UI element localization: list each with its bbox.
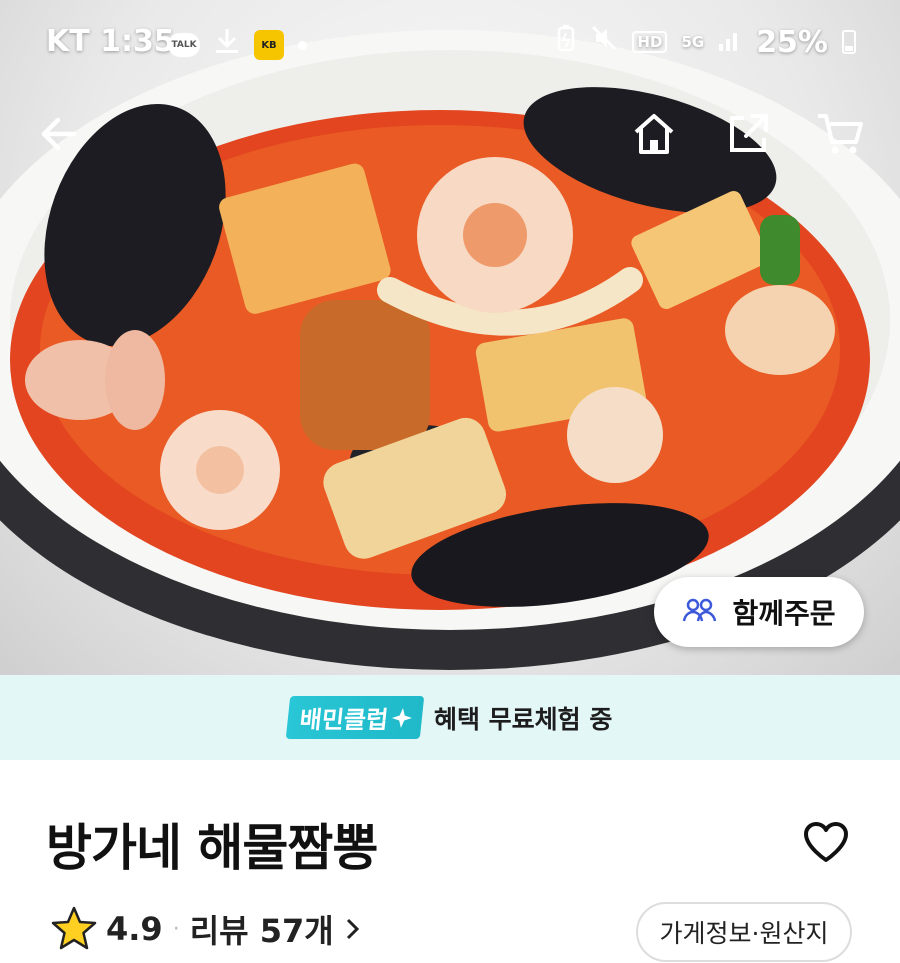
- heart-icon: [804, 822, 848, 862]
- store-name: 방가네 해물짬뽕: [46, 819, 378, 877]
- home-icon: [634, 114, 674, 154]
- hero-food-image: [0, 0, 900, 675]
- favorite-button[interactable]: [800, 816, 852, 868]
- people-icon: [683, 598, 717, 622]
- store-info-button[interactable]: 가게정보·원산지: [636, 902, 852, 962]
- share-button[interactable]: [722, 108, 774, 160]
- star-icon: [51, 906, 97, 950]
- together-order-button[interactable]: 함께주문: [654, 577, 864, 647]
- home-button[interactable]: [628, 108, 680, 160]
- battery-saver-icon: [556, 24, 576, 60]
- rating-row[interactable]: 4.9 · 리뷰 57개: [50, 905, 364, 953]
- club-promo-banner[interactable]: 배민클럽 혜택 무료체험 중: [0, 675, 900, 760]
- club-badge-label: 배민클럽: [297, 706, 390, 734]
- kakaotalk-icon: TALK: [168, 33, 200, 57]
- share-icon: [730, 114, 768, 152]
- back-button[interactable]: [34, 108, 86, 160]
- chevron-right-icon: [346, 918, 359, 940]
- download-icon: [214, 27, 240, 63]
- notification-dot-icon: [298, 40, 307, 50]
- network-5g-icon: 5G: [681, 33, 705, 51]
- cart-icon: [818, 114, 863, 154]
- status-bar: KT 1:35 TALK KB HD 5G 25%: [0, 0, 900, 88]
- review-count-link[interactable]: 리뷰 57개: [190, 906, 334, 952]
- promo-text: 혜택 무료체험 중: [433, 704, 613, 734]
- rating-separator: ·: [172, 916, 180, 942]
- battery-icon: [842, 30, 856, 54]
- mute-icon: [590, 24, 618, 60]
- arrow-left-icon: [41, 117, 77, 151]
- hd-voice-icon: HD: [632, 31, 668, 53]
- status-time: KT 1:35: [46, 24, 175, 59]
- club-badge: 배민클럽: [285, 696, 425, 739]
- signal-icon: [718, 25, 742, 60]
- rating-value: 4.9: [106, 910, 163, 948]
- kb-bank-icon: KB: [254, 30, 284, 60]
- sparkle-icon: [391, 707, 412, 728]
- battery-percent: 25%: [756, 24, 828, 60]
- cart-button[interactable]: [814, 108, 866, 160]
- together-order-label: 함께주문: [732, 597, 836, 630]
